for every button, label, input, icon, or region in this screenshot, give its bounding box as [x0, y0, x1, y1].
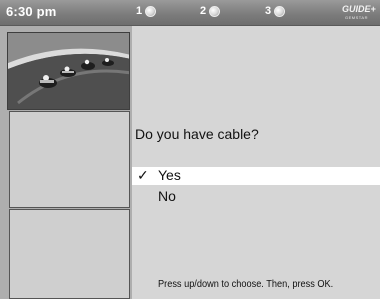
logo-subtext: GEMSTAR	[345, 15, 368, 20]
top-bar: 6:30 pm 1 2 3 GUIDE+ GEMSTAR	[0, 0, 380, 26]
motorcycle-race-icon	[8, 33, 129, 109]
step-number: 3	[265, 5, 272, 17]
option-yes[interactable]: ✓ Yes	[132, 167, 380, 185]
instruction-text: Press up/down to choose. Then, press OK.	[158, 279, 334, 290]
live-video-preview	[7, 32, 130, 110]
step-dot-icon	[145, 5, 157, 17]
option-label: Yes	[158, 167, 181, 183]
clock: 6:30 pm	[6, 4, 57, 19]
check-icon: ✓	[137, 167, 149, 183]
option-label: No	[158, 188, 176, 204]
step-number: 2	[200, 5, 207, 17]
step-dot-icon	[209, 5, 221, 17]
setup-screen: 6:30 pm 1 2 3 GUIDE+ GEMSTAR Do you have…	[0, 0, 380, 299]
side-panel-box-1	[9, 111, 130, 208]
setup-panel: Do you have cable? ✓ Yes No Press up/dow…	[132, 26, 380, 299]
logo-mark: GUIDE+	[342, 4, 376, 14]
step-indicator-1: 1	[136, 5, 157, 17]
option-no[interactable]: No	[132, 188, 380, 206]
step-indicator-3: 3	[265, 5, 286, 17]
step-indicator-2: 2	[200, 5, 221, 17]
step-number: 1	[136, 5, 143, 17]
brand-logo: GUIDE+ GEMSTAR	[342, 4, 376, 20]
side-panel-box-2	[9, 209, 130, 299]
setup-question: Do you have cable?	[135, 126, 259, 142]
step-dot-icon	[274, 5, 286, 17]
left-column	[0, 26, 132, 299]
